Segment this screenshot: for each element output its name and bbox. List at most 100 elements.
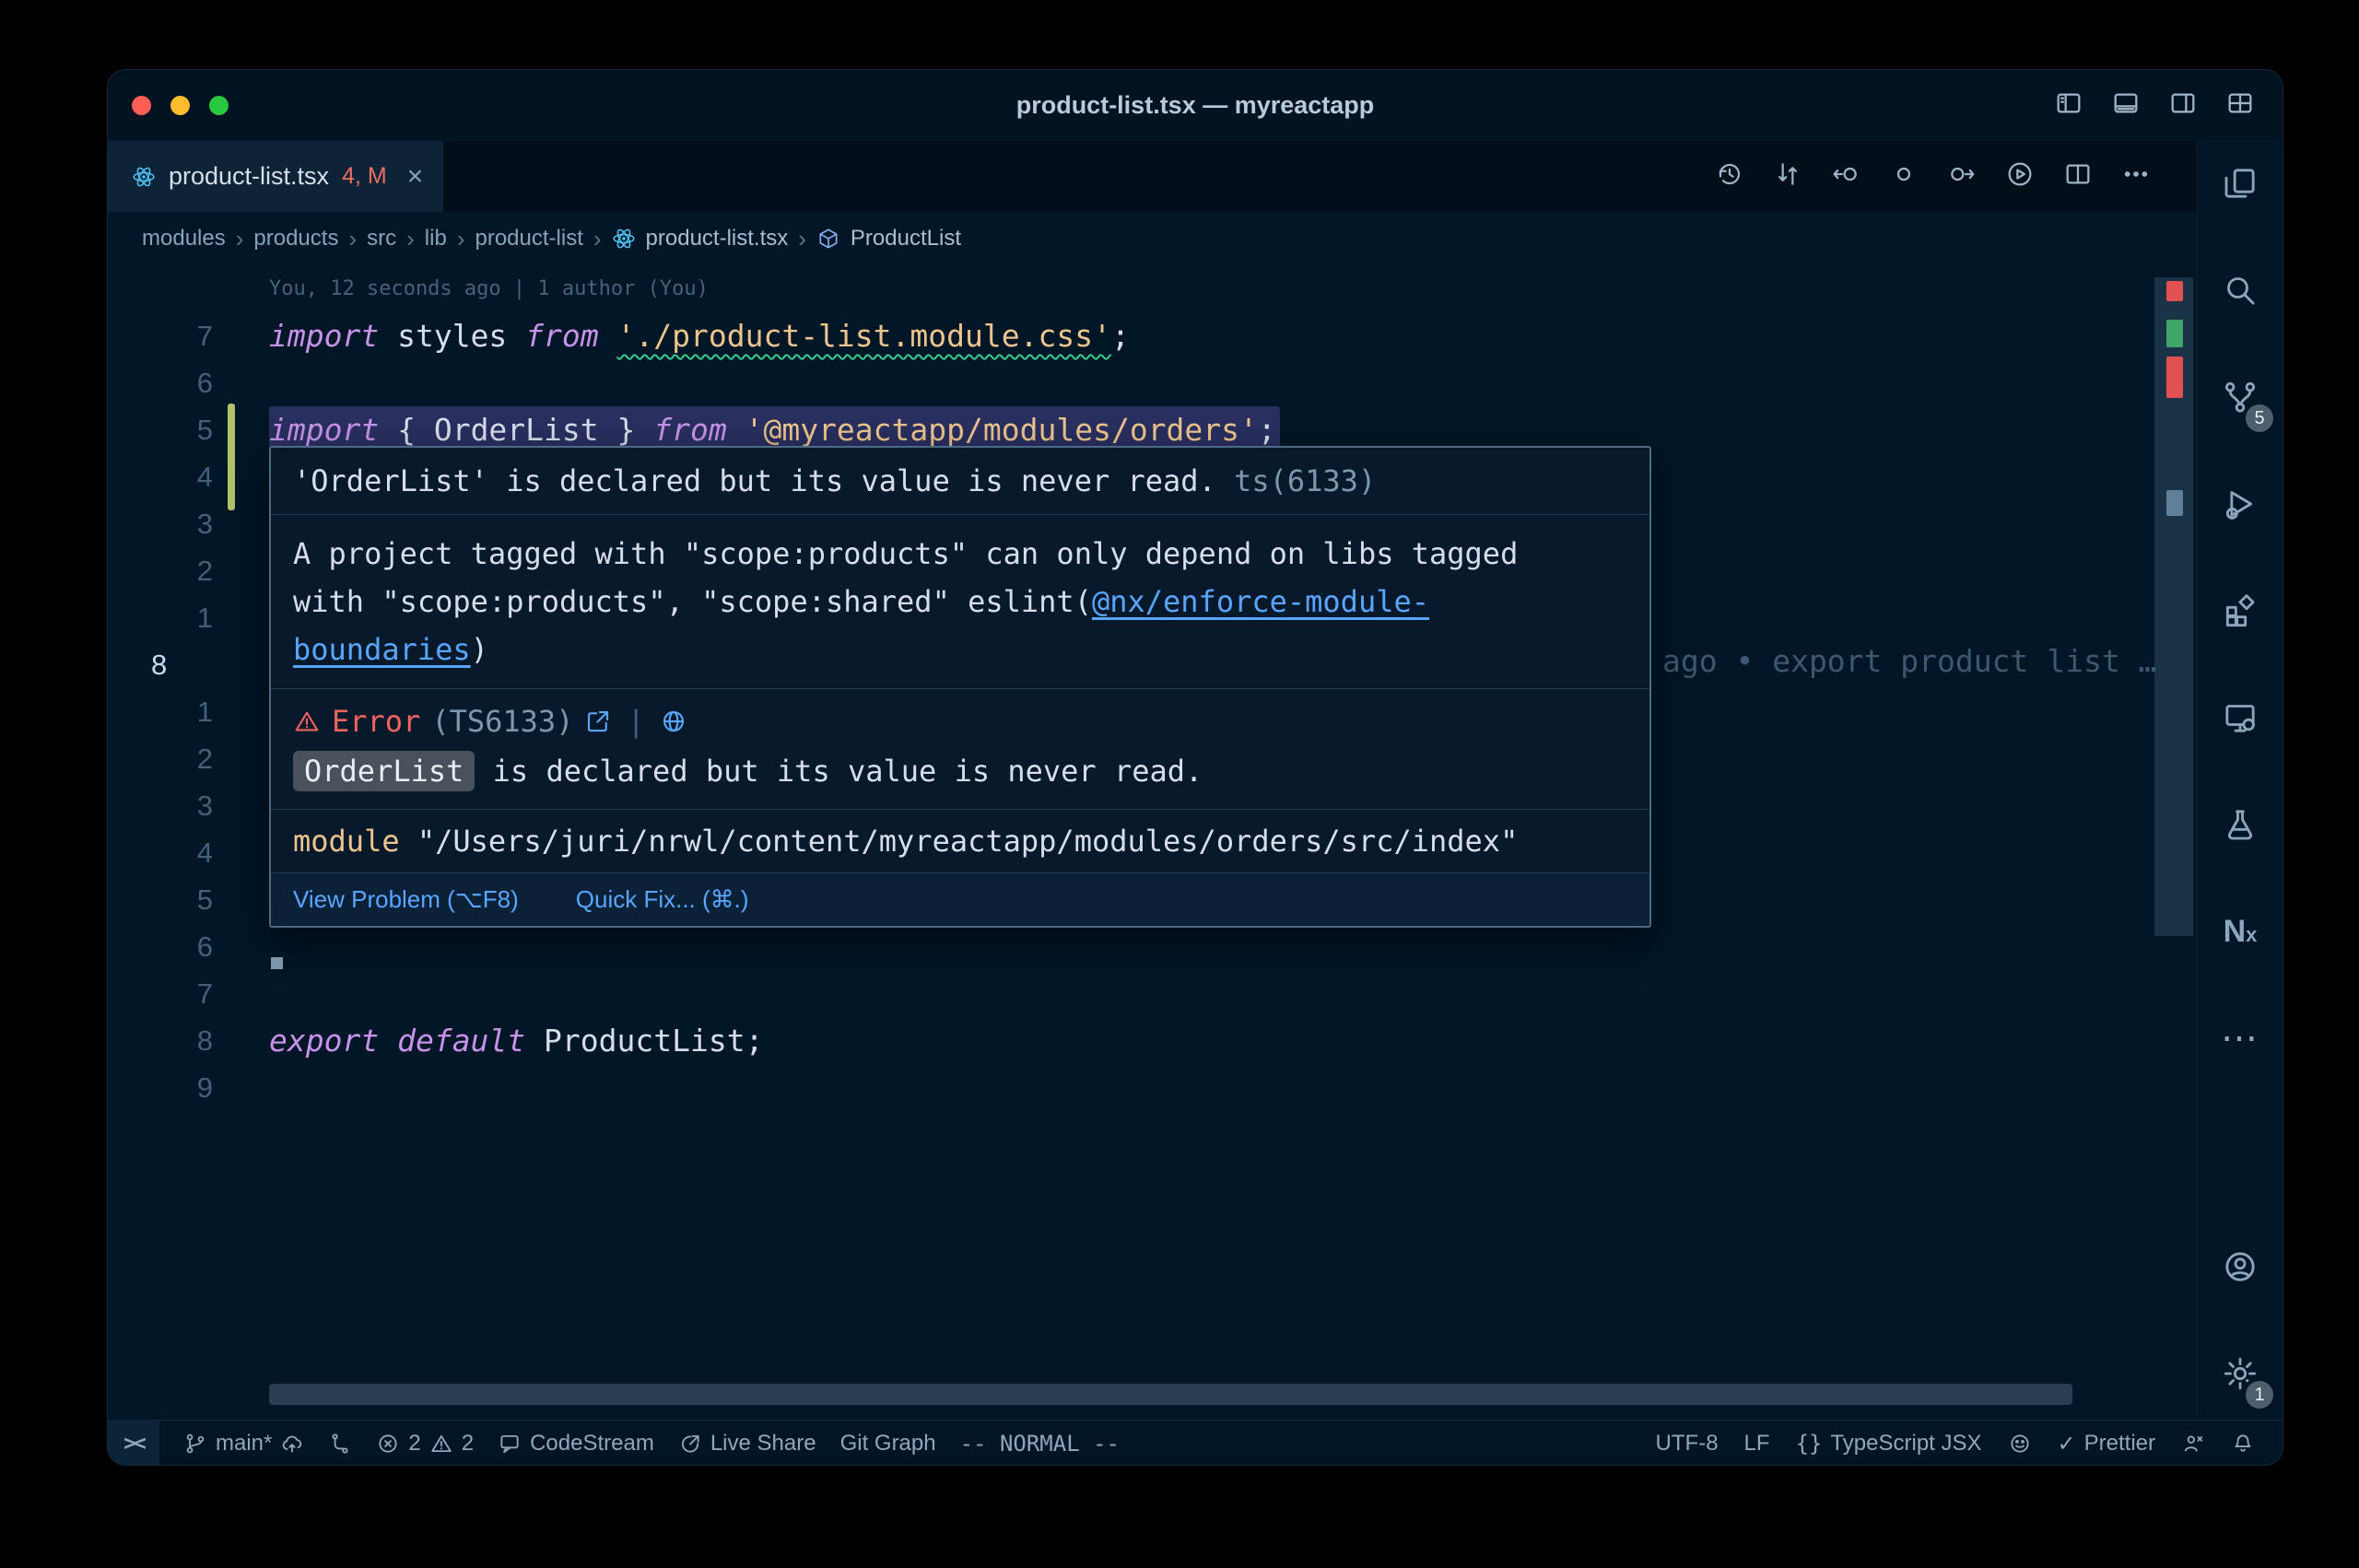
module-path-row: module "/Users/juri/nrwl/content/myreact… bbox=[271, 809, 1649, 872]
warning-triangle-icon bbox=[429, 1432, 453, 1456]
status-bar: >< main* 2 2 CodeStream Live Share Git G… bbox=[108, 1420, 2283, 1466]
chevron-right-icon: › bbox=[236, 225, 244, 253]
branch-indicator[interactable]: main* bbox=[183, 1431, 304, 1457]
vim-mode-indicator: -- NORMAL -- bbox=[960, 1431, 1120, 1457]
next-change-icon[interactable] bbox=[1947, 159, 1977, 193]
testing-flask-icon[interactable] bbox=[2198, 790, 2283, 860]
codestream-indicator[interactable]: CodeStream bbox=[498, 1431, 654, 1457]
eslint-rule-link[interactable]: boundaries bbox=[293, 632, 471, 667]
close-window-button[interactable] bbox=[132, 96, 151, 115]
toggle-panel-icon[interactable] bbox=[2111, 88, 2141, 123]
overview-ruler-added-mark bbox=[2166, 320, 2183, 347]
breadcrumb-item-symbol[interactable]: ProductList bbox=[851, 226, 961, 252]
breadcrumb-item-file[interactable]: product-list.tsx bbox=[646, 226, 789, 252]
tunnel-account-icon[interactable] bbox=[2181, 1432, 2205, 1456]
language-indicator[interactable]: {}TypeScript JSX bbox=[1796, 1431, 1982, 1457]
view-problem-button[interactable]: View Problem (⌥F8) bbox=[293, 885, 519, 914]
chevron-right-icon: › bbox=[457, 225, 465, 253]
live-share-indicator[interactable]: Live Share bbox=[678, 1431, 816, 1457]
react-icon bbox=[132, 165, 156, 189]
chevron-right-icon: › bbox=[593, 225, 602, 253]
change-marker-icon[interactable] bbox=[1889, 159, 1919, 193]
search-icon[interactable] bbox=[2198, 255, 2283, 325]
split-editor-icon[interactable] bbox=[2063, 159, 2093, 193]
breadcrumb-item-lib[interactable]: lib bbox=[425, 226, 447, 252]
open-external-icon[interactable] bbox=[584, 708, 612, 735]
run-file-icon[interactable] bbox=[2005, 159, 2035, 193]
error-label: Error bbox=[332, 704, 420, 739]
popup-resize-grip[interactable] bbox=[271, 957, 283, 969]
react-icon bbox=[612, 227, 636, 251]
nx-console-icon[interactable]: Nx bbox=[2198, 896, 2283, 966]
code-line: 7 bbox=[108, 970, 2197, 1017]
overview-ruler-error-mark bbox=[2166, 357, 2183, 398]
symbol-chip: OrderList bbox=[293, 751, 475, 791]
breadcrumb-item-products[interactable]: products bbox=[253, 226, 338, 252]
customize-layout-icon[interactable] bbox=[2225, 88, 2255, 123]
more-views-icon[interactable]: ⋯ bbox=[2198, 1003, 2283, 1073]
tab-product-list[interactable]: product-list.tsx 4, M × bbox=[108, 141, 443, 212]
error-circle-icon bbox=[376, 1432, 400, 1456]
chevron-right-icon: › bbox=[348, 225, 357, 253]
prettier-indicator[interactable]: ✓Prettier bbox=[2058, 1431, 2155, 1457]
account-icon[interactable] bbox=[2198, 1232, 2283, 1302]
timeline-icon[interactable] bbox=[1715, 159, 1744, 193]
live-share-icon bbox=[678, 1432, 702, 1456]
toggle-secondary-sidebar-icon[interactable] bbox=[2168, 88, 2198, 123]
vscode-window: product-list.tsx — myreactapp product-li… bbox=[107, 69, 2283, 1466]
scm-graph-indicator[interactable] bbox=[328, 1432, 352, 1456]
remote-indicator[interactable]: >< bbox=[108, 1421, 159, 1466]
git-graph-icon bbox=[328, 1432, 352, 1456]
source-control-icon[interactable]: 5 bbox=[2198, 362, 2283, 432]
code-editor[interactable]: You, 12 seconds ago | 1 author (You) 7im… bbox=[108, 265, 2197, 1420]
current-line-number: 8 bbox=[108, 641, 213, 688]
breadcrumb-item-modules[interactable]: modules bbox=[142, 226, 226, 252]
git-branch-icon bbox=[183, 1432, 207, 1456]
breadcrumb-item-product-list[interactable]: product-list bbox=[475, 226, 582, 252]
chevron-right-icon: › bbox=[406, 225, 415, 253]
code-line: 7import styles from './product-list.modu… bbox=[108, 312, 2197, 359]
activity-bar: 5 Nx ⋯ 1 bbox=[2197, 141, 2283, 1420]
settings-gear-icon[interactable]: 1 bbox=[2198, 1339, 2283, 1409]
feedback-smiley-icon[interactable] bbox=[2008, 1432, 2032, 1456]
tab-bar: product-list.tsx 4, M × bbox=[108, 141, 2197, 212]
tab-close-icon[interactable]: × bbox=[407, 161, 424, 193]
encoding-indicator[interactable]: UTF-8 bbox=[1656, 1431, 1719, 1457]
hover-diagnostics-popup: 'OrderList' is declared but its value is… bbox=[269, 446, 1651, 928]
toggle-primary-sidebar-icon[interactable] bbox=[2054, 88, 2083, 123]
editor-actions bbox=[1715, 141, 2197, 212]
eol-indicator[interactable]: LF bbox=[1744, 1431, 1770, 1457]
remote-explorer-icon[interactable] bbox=[2198, 683, 2283, 753]
extensions-icon[interactable] bbox=[2198, 576, 2283, 646]
diagnostic-message-eslint: A project tagged with "scope:products" c… bbox=[271, 515, 1649, 689]
zoom-window-button[interactable] bbox=[209, 96, 229, 115]
chevron-right-icon: › bbox=[798, 225, 806, 253]
traffic-lights bbox=[132, 70, 229, 140]
horizontal-scrollbar[interactable] bbox=[269, 1384, 2072, 1405]
codestream-icon bbox=[498, 1432, 522, 1456]
globe-icon[interactable] bbox=[660, 708, 687, 735]
git-graph-indicator[interactable]: Git Graph bbox=[840, 1431, 936, 1457]
compare-changes-icon[interactable] bbox=[1773, 159, 1802, 193]
breadcrumb-item-src[interactable]: src bbox=[367, 226, 396, 252]
more-actions-icon[interactable] bbox=[2121, 159, 2151, 193]
code-line-export: 8export default ProductList; bbox=[108, 1017, 2197, 1064]
diagnostic-message-ts: 'OrderList' is declared but its value is… bbox=[271, 448, 1649, 515]
eslint-rule-link[interactable]: @nx/enforce-module- bbox=[1092, 584, 1429, 619]
tab-label: product-list.tsx bbox=[169, 162, 329, 191]
breadcrumb: modules › products › src › lib › product… bbox=[108, 212, 2197, 265]
previous-change-icon[interactable] bbox=[1831, 159, 1860, 193]
problems-indicator[interactable]: 2 2 bbox=[376, 1431, 474, 1457]
hover-status-bar: View Problem (⌥F8) Quick Fix... (⌘.) bbox=[271, 872, 1649, 926]
source-control-badge: 5 bbox=[2246, 404, 2273, 432]
run-debug-icon[interactable] bbox=[2198, 469, 2283, 539]
overview-ruler-error-mark bbox=[2166, 281, 2183, 301]
minimize-window-button[interactable] bbox=[170, 96, 190, 115]
code-line: 9 bbox=[108, 1064, 2197, 1111]
notifications-bell-icon[interactable] bbox=[2231, 1432, 2255, 1456]
title-bar: product-list.tsx — myreactapp bbox=[108, 70, 2283, 141]
quick-fix-button[interactable]: Quick Fix... (⌘.) bbox=[576, 885, 749, 914]
codelens-blame[interactable]: You, 12 seconds ago | 1 author (You) bbox=[269, 265, 709, 312]
window-title: product-list.tsx — myreactapp bbox=[108, 70, 2283, 140]
explorer-icon[interactable] bbox=[2198, 148, 2283, 218]
